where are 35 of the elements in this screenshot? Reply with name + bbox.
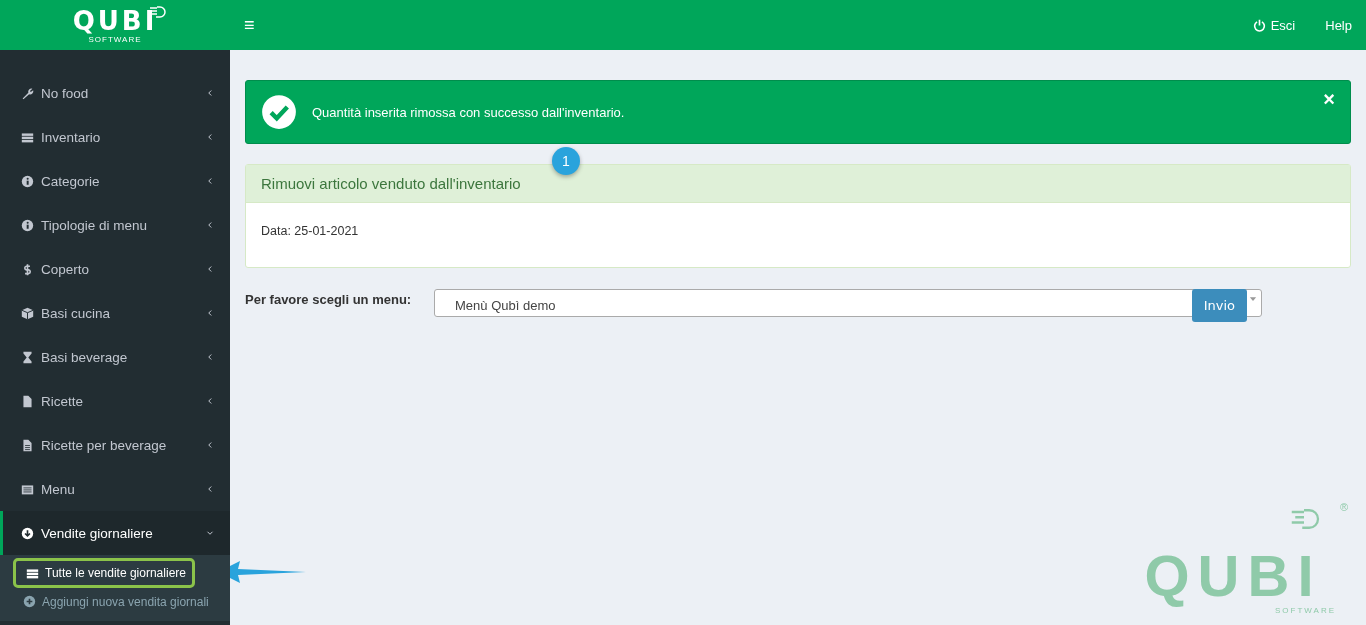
sidebar-item[interactable]: Categorie	[0, 159, 230, 203]
submenu-item[interactable]: Tutte le vendite giornaliere	[13, 558, 195, 588]
hourglass-icon	[21, 350, 34, 364]
sidebar-item[interactable]: Vendite giornaliere	[0, 511, 230, 555]
date-text: Data: 25-01-2021	[261, 224, 359, 238]
field-label: Per favore scegli un menu:	[245, 291, 413, 309]
sidebar-item[interactable]: Coperto	[0, 247, 230, 291]
list-icon	[21, 482, 34, 496]
sidebar-item[interactable]: Ricette	[0, 379, 230, 423]
list-icon	[26, 566, 39, 580]
info-icon	[21, 174, 34, 188]
wrench-icon	[21, 86, 34, 100]
panel-title: Rimuovi articolo venduto dall'inventario	[246, 165, 1350, 203]
sidebar-item[interactable]: Tipologie di menu	[0, 203, 230, 247]
sidebar-item[interactable]: Inventario	[0, 115, 230, 159]
plus-circle-icon	[23, 595, 36, 608]
submit-button[interactable]: Invio	[1191, 289, 1247, 322]
sidebar-item[interactable]: Basi cucina	[0, 291, 230, 335]
info-icon	[21, 218, 34, 232]
document-icon	[21, 438, 34, 452]
sidebar-item[interactable]: Ricette per beverage	[0, 423, 230, 467]
power-icon	[1252, 18, 1266, 32]
cube-icon	[21, 306, 34, 320]
submenu-item[interactable]: Aggiungi nuova vendita giornali	[13, 588, 215, 615]
step-badge: 1	[552, 147, 580, 175]
file-icon	[21, 394, 34, 408]
check-circle-icon	[261, 94, 297, 130]
arrow-down-circle-icon	[21, 526, 34, 540]
sidebar-item[interactable]: No food	[0, 71, 230, 115]
alert-message: Quantità inserita rimossa con successo dall'inventario.	[312, 104, 626, 120]
sidebar-item[interactable]: Menu	[0, 467, 230, 511]
sidebar-item[interactable]: Basi beverage	[0, 335, 230, 379]
brand-logo: ® QUBI SOFTWARE	[1143, 505, 1348, 615]
dollar-icon	[21, 262, 34, 276]
list-icon	[21, 130, 34, 144]
